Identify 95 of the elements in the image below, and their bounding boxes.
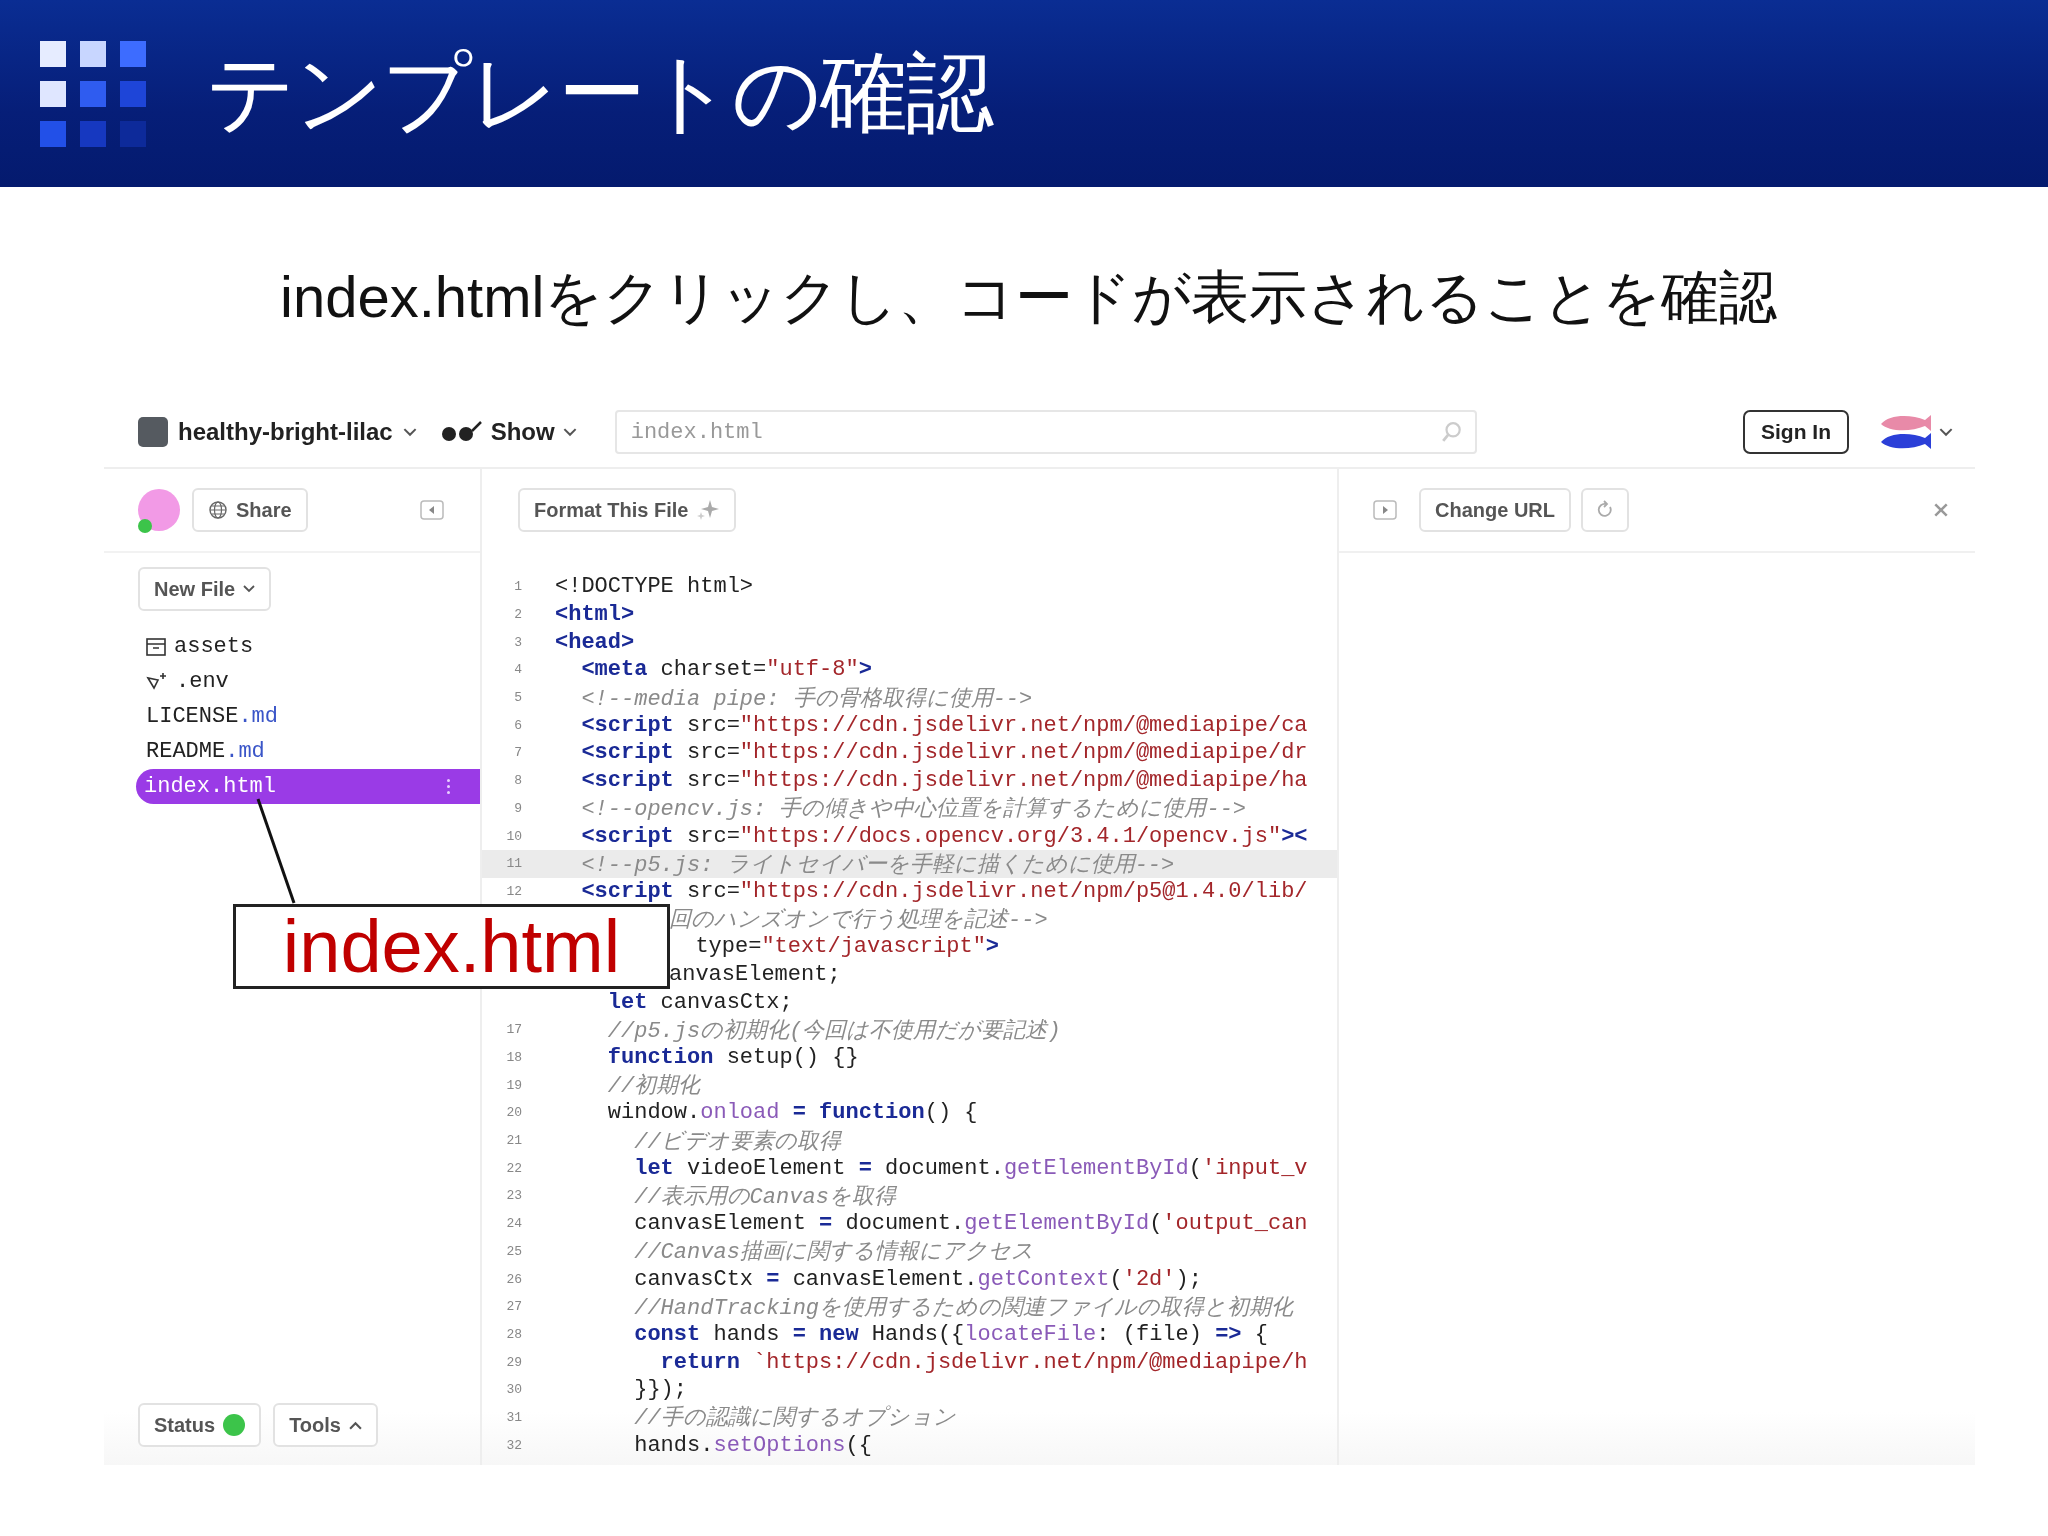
line-number: 28 — [505, 1326, 523, 1342]
line-number: 17 — [505, 1022, 523, 1038]
code-line: //Canvas描画に関する情報にアクセス — [633, 1239, 1034, 1267]
code-line: //p5.jsの初期化(今回は不使用だが要記述) — [606, 1017, 1061, 1045]
caret-icon — [1939, 427, 1953, 437]
archive-icon — [146, 637, 166, 656]
code-line: canvasCtx = canvasElement.getContext('2d'); — [633, 1266, 1202, 1292]
line-number: 10 — [505, 828, 523, 844]
status-button[interactable]: Status — [138, 1403, 262, 1447]
code-line: //ビデオ要素の取得 — [633, 1128, 841, 1156]
line-number: 8 — [513, 773, 523, 789]
caret-icon — [402, 427, 417, 437]
sign-in-button[interactable]: Sign In — [1743, 410, 1849, 454]
code-line: <html> — [555, 602, 635, 628]
code-line: <script src="https://cdn.jsdelivr.net/npm/@mediapipe/ha — [580, 768, 1308, 794]
file-name[interactable]: .env — [176, 669, 229, 694]
code-line: <script src="https://docs.opencv.org/3.4.1/opencv.js">< — [580, 823, 1308, 849]
globe-icon — [208, 500, 228, 520]
code-line: <!--media pipe: 手の骨格取得に使用--> — [580, 685, 1033, 713]
line-number: 29 — [505, 1354, 523, 1370]
share-button[interactable]: Share — [192, 488, 308, 532]
line-number: 5 — [513, 690, 523, 706]
line-number: 31 — [505, 1409, 523, 1425]
project-name[interactable]: healthy-bright-lilac — [178, 418, 393, 446]
caret-icon — [243, 585, 256, 593]
code-line: <meta charset="utf-8"> — [580, 657, 872, 683]
refresh-icon — [1595, 500, 1615, 520]
code-line: <!DOCTYPE html> — [555, 574, 754, 600]
line-number: 4 — [513, 662, 523, 678]
search-icon — [1440, 421, 1463, 443]
tools-button[interactable]: Tools — [273, 1403, 378, 1447]
code-line: function setup() {} — [606, 1045, 859, 1071]
code-line: <script src="https://cdn.jsdelivr.net/npm/@mediapipe/dr — [580, 740, 1308, 766]
line-number: 3 — [513, 634, 523, 650]
code-line: const hands = new Hands({locateFile: (file) => { — [633, 1321, 1268, 1347]
code-line: return `https://cdn.jsdelivr.net/npm/@mediapipe/h — [659, 1349, 1308, 1375]
line-number: 20 — [505, 1105, 523, 1121]
code-line: 回のハンズオンで行う処理を記述--> — [669, 907, 1048, 935]
line-number: 7 — [513, 745, 523, 761]
code-line: //HandTrackingを使用するための関連ファイルの取得と初期化 — [633, 1294, 1294, 1322]
code-line: window.onload = function() { — [606, 1100, 978, 1126]
code-line: let canvasCtx; — [606, 989, 793, 1015]
code-line: //表示用のCanvasを取得 — [633, 1183, 896, 1211]
project-icon — [138, 417, 168, 447]
line-number: 9 — [513, 800, 523, 816]
line-number: 22 — [505, 1160, 523, 1176]
code-line: //初期化 — [606, 1072, 701, 1101]
line-number: 27 — [505, 1299, 523, 1315]
line-number: 24 — [505, 1216, 523, 1232]
code-line: //手の認識に関するオプション — [633, 1404, 956, 1433]
code-line: anvasElement; — [669, 961, 841, 987]
close-icon[interactable] — [1933, 502, 1949, 518]
refresh-button[interactable] — [1581, 488, 1629, 532]
code-line: }}); — [633, 1377, 688, 1403]
line-number: 19 — [505, 1077, 523, 1093]
new-file-button[interactable]: New File — [138, 567, 272, 611]
more-icon[interactable] — [447, 779, 450, 794]
line-number: 21 — [505, 1133, 523, 1149]
code-line: <head> — [555, 629, 635, 655]
caret-icon — [562, 427, 577, 437]
key-icon — [146, 672, 168, 691]
line-number: 30 — [505, 1382, 523, 1398]
code-line: <script src="https://cdn.jsdelivr.net/npm/@mediapipe/ca — [580, 712, 1308, 738]
caret-icon — [349, 1420, 362, 1430]
grid-logo-icon — [40, 40, 146, 147]
play-icon[interactable] — [1373, 500, 1397, 520]
show-menu[interactable]: Show — [490, 418, 555, 446]
code-line: hands.setOptions({ — [633, 1432, 872, 1458]
slide-subtitle: index.htmlをクリックし、コードが表示されることを確認 — [280, 263, 1779, 331]
file-name[interactable]: README.md — [146, 739, 265, 764]
line-number: 12 — [505, 883, 523, 899]
line-number: 2 — [513, 607, 523, 623]
code-line: canvasElement = document.getElementById('output_can — [633, 1211, 1308, 1237]
line-number: 18 — [505, 1050, 523, 1066]
code-line: <!--opencv.js: 手の傾きや中心位置を計算するために使用--> — [580, 795, 1247, 824]
line-number: 6 — [513, 717, 523, 733]
format-file-button[interactable]: Format This File — [518, 488, 737, 532]
code-line: let videoElement = document.getElementById('input_v — [633, 1155, 1308, 1181]
line-number: 1 — [513, 579, 523, 595]
code-line: <!--p5.js: ライトセイバーを手軽に描くために使用--> — [580, 851, 1175, 879]
line-number: 23 — [505, 1188, 523, 1204]
line-number: 32 — [505, 1437, 523, 1453]
collapse-icon[interactable] — [420, 500, 444, 520]
code-line: <script src="https://cdn.jsdelivr.net/npm/p5@1.4.0/lib/ — [580, 878, 1308, 904]
avatar[interactable] — [138, 489, 180, 531]
online-dot — [138, 519, 152, 533]
line-number: 11 — [505, 856, 523, 872]
file-name[interactable]: assets — [174, 634, 254, 659]
line-number: 25 — [505, 1243, 523, 1259]
file-name[interactable]: LICENSE.md — [146, 704, 279, 729]
code-line: type="text/javascript"> — [694, 934, 1000, 960]
change-url-button[interactable]: Change URL — [1419, 488, 1571, 532]
line-number: 26 — [505, 1271, 523, 1287]
callout-label: index.html — [233, 904, 670, 989]
slide-title: テンプレートの確認 — [206, 42, 992, 144]
